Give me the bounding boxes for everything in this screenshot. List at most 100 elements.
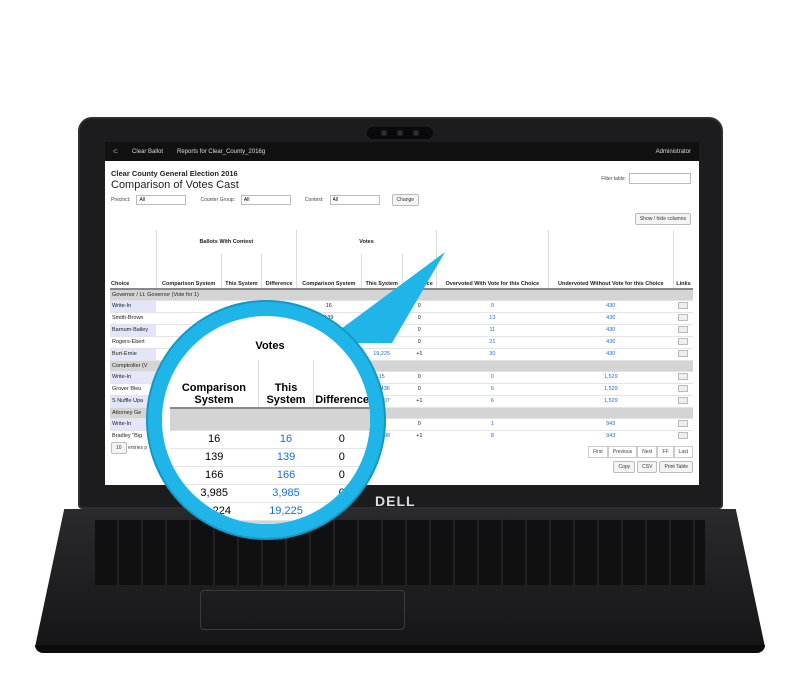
links-cell bbox=[673, 417, 693, 430]
pager-last-button[interactable]: Last bbox=[673, 446, 693, 458]
col-votes-this[interactable]: This System bbox=[360, 254, 403, 290]
mag-diff: 0 bbox=[313, 447, 370, 466]
laptop-foot bbox=[35, 645, 765, 653]
col-ballots-diff[interactable]: Difference bbox=[261, 254, 297, 290]
mag-col-this: This System bbox=[257, 360, 314, 409]
undervoted-link[interactable]: 430 bbox=[548, 323, 674, 336]
mag-this: 166 bbox=[258, 465, 314, 484]
col-choice[interactable]: Choice bbox=[110, 254, 157, 290]
col-undervoted[interactable]: Undervoted Without Vote for this Choice bbox=[547, 254, 674, 290]
mag-row: 19,224 19,225 +1 bbox=[170, 501, 370, 520]
user-menu[interactable]: Administrator bbox=[656, 149, 691, 155]
precinct-select[interactable] bbox=[136, 195, 187, 205]
counter-group-label: Counter Group: bbox=[200, 197, 235, 203]
overvoted-link[interactable]: 8 bbox=[436, 429, 549, 442]
pager-next-button[interactable]: Next bbox=[637, 446, 658, 458]
ballot-logo-icon: ⊂ bbox=[113, 149, 119, 155]
entries-label: entries p bbox=[127, 445, 148, 451]
undervoted-link[interactable]: 430 bbox=[548, 311, 674, 324]
undervoted-link[interactable]: 1,529 bbox=[548, 382, 674, 395]
undervoted-link[interactable]: 430 bbox=[548, 299, 674, 312]
pager-first-button[interactable]: First bbox=[587, 446, 608, 458]
filter-input[interactable] bbox=[629, 173, 691, 184]
mag-this: 139 bbox=[258, 447, 314, 466]
list-icon[interactable] bbox=[678, 349, 689, 357]
overvoted-link[interactable]: 21 bbox=[436, 335, 549, 348]
votes-diff: 0 bbox=[402, 417, 437, 430]
list-icon[interactable] bbox=[678, 372, 689, 380]
pager-ff-button[interactable]: FF bbox=[657, 446, 674, 458]
list-icon[interactable] bbox=[678, 325, 689, 333]
mag-diff: +1 bbox=[313, 501, 370, 520]
export-copy-button[interactable]: Copy bbox=[613, 461, 636, 473]
webcam bbox=[367, 127, 433, 139]
entries-select[interactable]: 10 entries p bbox=[111, 442, 148, 454]
change-button[interactable]: Change bbox=[391, 194, 420, 206]
choice: Burt-Ernie bbox=[110, 347, 157, 360]
links-cell bbox=[673, 299, 693, 312]
show-hide-columns-button[interactable]: Show / hide columns bbox=[634, 213, 691, 225]
undervoted-link[interactable]: 943 bbox=[548, 417, 674, 430]
dell-logo: DELL bbox=[375, 493, 416, 509]
ballots-comp bbox=[156, 299, 222, 312]
mag-comp: 166 bbox=[170, 465, 259, 484]
list-icon[interactable] bbox=[678, 419, 689, 427]
links-cell bbox=[673, 335, 693, 348]
overvoted-link[interactable]: 6 bbox=[436, 394, 549, 407]
overvoted-link[interactable]: 0 bbox=[436, 299, 549, 312]
overvoted-link[interactable]: 11 bbox=[436, 323, 549, 336]
overvoted-link[interactable]: 6 bbox=[436, 382, 549, 395]
list-icon[interactable] bbox=[678, 384, 689, 392]
votes-diff: 0 bbox=[402, 382, 437, 395]
links-cell bbox=[673, 370, 693, 383]
undervoted-link[interactable]: 430 bbox=[548, 347, 674, 360]
mag-comp: 19,224 bbox=[170, 501, 259, 520]
magnified-votes-table: Votes Comparison System This System Diff… bbox=[170, 332, 370, 524]
entries-value[interactable]: 10 bbox=[111, 442, 127, 454]
col-ballots-comp[interactable]: Comparison System bbox=[155, 254, 222, 290]
mag-comp: 3,985 bbox=[170, 483, 259, 502]
col-votes-comp[interactable]: Comparison System bbox=[295, 254, 362, 290]
list-icon[interactable] bbox=[678, 313, 689, 321]
undervoted-link[interactable]: 430 bbox=[548, 335, 674, 348]
links-cell bbox=[673, 382, 693, 395]
undervoted-link[interactable]: 1,529 bbox=[548, 394, 674, 407]
list-icon[interactable] bbox=[678, 431, 689, 439]
overvoted-link[interactable]: 1 bbox=[436, 417, 549, 430]
choice: Rogers-Ebert bbox=[110, 335, 157, 348]
list-icon[interactable] bbox=[678, 396, 689, 404]
mag-col-comp: Comparison System bbox=[170, 360, 259, 409]
mag-diff: 0 bbox=[313, 429, 370, 448]
choice: Barnum-Bailey bbox=[110, 323, 157, 336]
choice: Write-In bbox=[110, 370, 157, 383]
overvoted-link[interactable]: 30 bbox=[436, 347, 549, 360]
brand[interactable]: Clear Ballot bbox=[132, 149, 163, 155]
choice: Smith-Brown bbox=[110, 311, 157, 324]
election-title: Clear County General Election 2016 bbox=[111, 169, 238, 178]
counter-group-select[interactable] bbox=[240, 195, 291, 205]
mag-row: 166 166 0 bbox=[170, 465, 370, 484]
export-csv-button[interactable]: CSV bbox=[637, 461, 658, 473]
mag-contest-row bbox=[170, 407, 370, 430]
touchpad bbox=[200, 590, 405, 630]
contest-select[interactable] bbox=[329, 195, 380, 205]
export-print-table-button[interactable]: Print Table bbox=[659, 461, 693, 473]
col-ballots-this[interactable]: This System bbox=[220, 254, 262, 290]
mag-this: 3,985 bbox=[258, 483, 314, 502]
list-icon[interactable] bbox=[678, 337, 689, 345]
undervoted-link[interactable]: 943 bbox=[548, 429, 674, 442]
col-links[interactable]: Links bbox=[672, 254, 693, 290]
reports-menu[interactable]: Reports for Clear_County_2016g bbox=[177, 149, 265, 155]
pager-previous-button[interactable]: Previous bbox=[607, 446, 638, 458]
col-overvoted[interactable]: Overvoted With Vote for this Choice bbox=[436, 254, 549, 290]
precinct-label: Precinct: bbox=[111, 197, 131, 203]
links-cell bbox=[673, 311, 693, 324]
overvoted-link[interactable]: 0 bbox=[436, 370, 549, 383]
list-icon[interactable] bbox=[678, 301, 689, 309]
mag-this: 19,225 bbox=[258, 501, 314, 520]
links-cell bbox=[673, 323, 693, 336]
undervoted-link[interactable]: 1,529 bbox=[548, 370, 674, 383]
magnifier: Votes Comparison System This System Diff… bbox=[148, 302, 384, 538]
votes-diff: 0 bbox=[402, 370, 437, 383]
overvoted-link[interactable]: 13 bbox=[436, 311, 549, 324]
